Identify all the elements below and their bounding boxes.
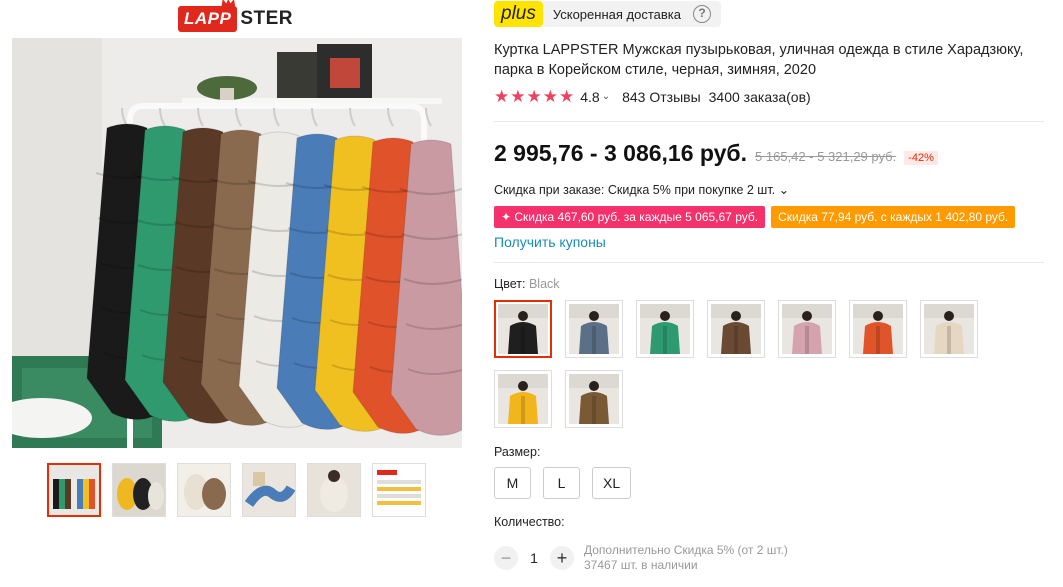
color-swatch-green[interactable]: [636, 300, 694, 358]
price-row: 2 995,76 - 3 086,16 руб. 5 165,42 - 5 32…: [494, 140, 938, 167]
swatch-image: [640, 304, 690, 354]
delivery-text-box: Ускоренная доставка ?: [542, 1, 721, 27]
thumbnail-image: [113, 464, 165, 516]
swatch-image: [782, 304, 832, 354]
swatch-image: [569, 304, 619, 354]
thumbnail-5[interactable]: [307, 463, 361, 517]
rating-stars: ★ ★ ★ ★ ★: [494, 88, 574, 105]
extra-discount-text: Дополнительно Скидка 5% (от 2 шт.): [584, 543, 788, 557]
thumbnail-1[interactable]: [47, 463, 101, 517]
thumbnail-image: [49, 465, 99, 515]
logo-text: STER: [240, 8, 294, 29]
star-icon: ★: [559, 87, 575, 106]
star-icon: ★: [494, 87, 510, 106]
jackets-rack-illustration: [12, 38, 462, 448]
color-label: Цвет: Black: [494, 277, 560, 291]
swatch-image: [498, 304, 548, 354]
old-price: 5 165,42 - 5 321,29 руб.: [755, 149, 897, 164]
main-product-image[interactable]: [12, 38, 462, 448]
get-coupons-link[interactable]: Получить купоны: [494, 234, 606, 250]
thumbnail-4[interactable]: [242, 463, 296, 517]
size-label: Размер:: [494, 445, 541, 459]
color-label-text: Цвет:: [494, 277, 529, 291]
thumbnail-2[interactable]: [112, 463, 166, 517]
quantity-stepper: − 1 + Дополнительно Скидка 5% (от 2 шт.)…: [494, 543, 788, 573]
divider: [494, 121, 1044, 122]
thumbnail-6[interactable]: [372, 463, 426, 517]
swatch-image: [711, 304, 761, 354]
size-option-xl[interactable]: XL: [592, 467, 632, 499]
product-title: Куртка LAPPSTER Мужская пузырьковая, ули…: [494, 42, 1024, 78]
color-swatch-yellow[interactable]: [494, 370, 552, 428]
color-swatch-khaki[interactable]: [565, 370, 623, 428]
swatch-image: [853, 304, 903, 354]
color-swatch-brown[interactable]: [707, 300, 765, 358]
quantity-label: Количество:: [494, 515, 565, 529]
thumbnail-strip: [47, 463, 426, 517]
thumbnail-3[interactable]: [177, 463, 231, 517]
coupon-pink[interactable]: ✦ Скидка 467,60 руб. за каждые 5 065,67 …: [494, 206, 766, 228]
thumbnail-image: [178, 464, 230, 516]
reviews-link[interactable]: 843 Отзывы: [622, 89, 701, 105]
chevron-down-icon[interactable]: ⌄: [602, 91, 610, 102]
rating-row: ★ ★ ★ ★ ★ 4.8 ⌄ 843 Отзывы 3400 заказа(о…: [494, 88, 811, 105]
plus-badge: plus: [494, 1, 543, 27]
order-discount[interactable]: Скидка при заказе: Скидка 5% при покупке…: [494, 182, 789, 197]
color-swatch-orange[interactable]: [849, 300, 907, 358]
color-swatches: [494, 300, 994, 428]
star-icon: ★: [542, 87, 558, 106]
size-option-m[interactable]: M: [494, 467, 531, 499]
swatch-image: [924, 304, 974, 354]
delivery-banner: plus Ускоренная доставка ?: [494, 0, 721, 28]
swatch-image: [498, 374, 548, 424]
size-options: M L XL: [494, 467, 632, 499]
current-price: 2 995,76 - 3 086,16 руб.: [494, 140, 748, 166]
quantity-info: Дополнительно Скидка 5% (от 2 шт.) 37467…: [584, 543, 788, 573]
quantity-decrease-button[interactable]: −: [494, 546, 518, 570]
delivery-text: Ускоренная доставка: [552, 6, 681, 22]
color-swatch-beige[interactable]: [920, 300, 978, 358]
color-swatch-pink[interactable]: [778, 300, 836, 358]
product-page: LAPP STER plus Ускоренная доставка ? Кур…: [0, 0, 1063, 587]
swatch-image: [569, 374, 619, 424]
quantity-increase-button[interactable]: +: [550, 546, 574, 570]
thumbnail-image: [373, 464, 425, 516]
coupon-row: ✦ Скидка 467,60 руб. за каждые 5 065,67 …: [494, 206, 1016, 228]
thumbnail-image: [243, 464, 295, 516]
color-swatch-black[interactable]: [494, 300, 552, 358]
logo-box: LAPP: [178, 0, 238, 32]
brand-logo[interactable]: LAPP STER: [178, 0, 294, 32]
color-selected: Black: [528, 277, 560, 291]
coupon-orange[interactable]: Скидка 77,94 руб. с каждых 1 402,80 руб.: [771, 206, 1016, 228]
discount-badge: -42%: [904, 151, 938, 165]
quantity-value[interactable]: 1: [518, 550, 550, 566]
orders-count: 3400 заказа(ов): [708, 88, 811, 105]
thumbnail-image: [308, 464, 360, 516]
size-option-l[interactable]: L: [543, 467, 580, 499]
crown-icon: [221, 0, 236, 7]
stock-text: 37467 шт. в наличии: [584, 558, 698, 572]
rating-value[interactable]: 4.8: [580, 89, 599, 105]
divider: [494, 262, 1044, 263]
help-icon[interactable]: ?: [692, 5, 711, 23]
star-icon: ★: [510, 87, 526, 106]
star-icon: ★: [526, 87, 542, 106]
color-swatch-blue-grey[interactable]: [565, 300, 623, 358]
